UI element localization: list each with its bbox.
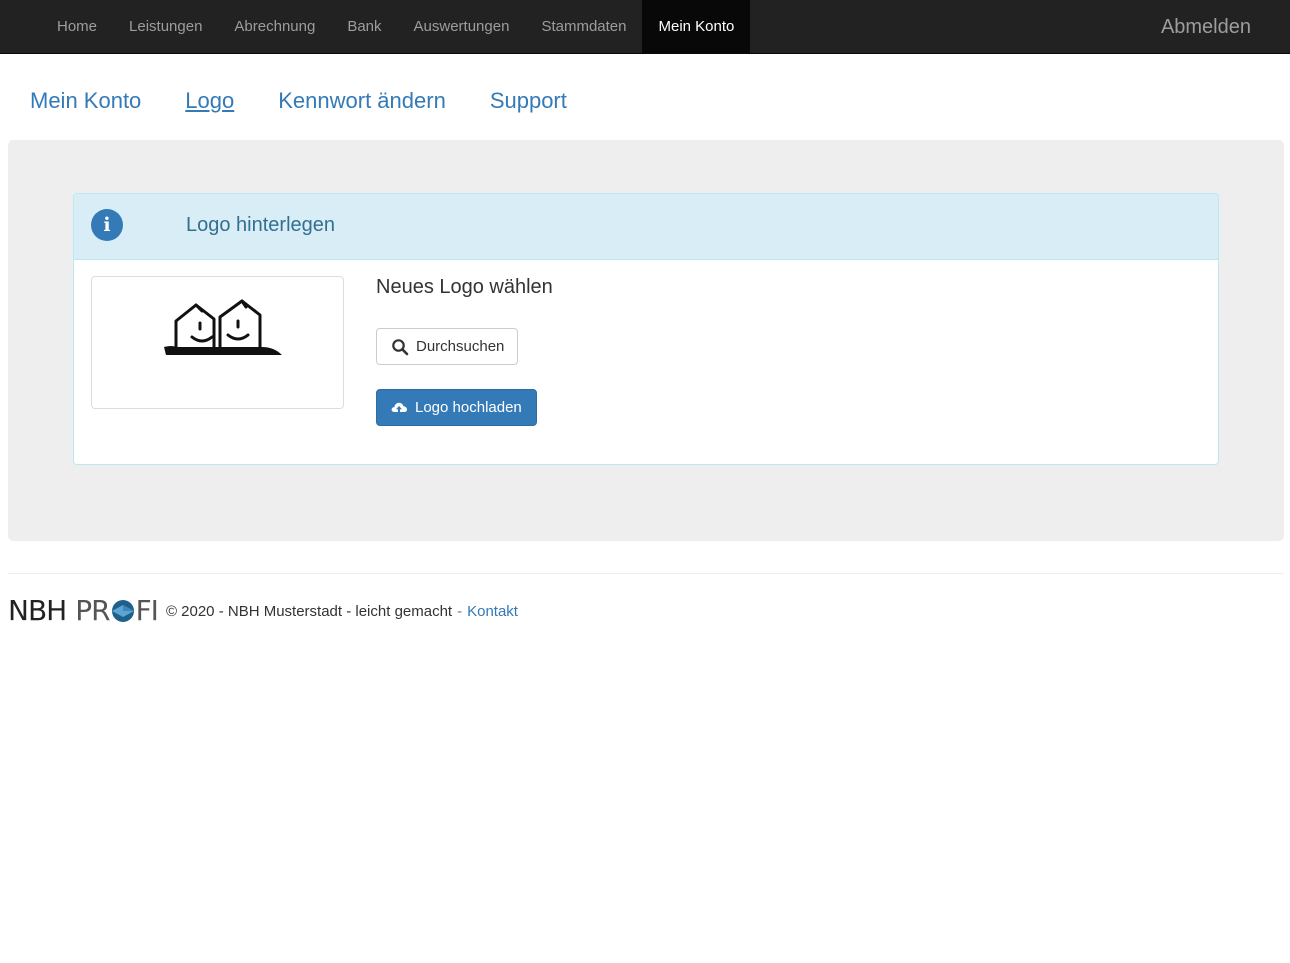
browse-button-label: Durchsuchen: [416, 338, 505, 355]
info-icon: i: [91, 209, 123, 241]
brand-o-icon: [111, 600, 134, 622]
account-subnav: Mein Konto Logo Kennwort ändern Support: [30, 88, 611, 114]
top-navbar: Home Leistungen Abrechnung Bank Auswertu…: [0, 0, 1290, 54]
current-logo-image: [164, 299, 282, 355]
browse-button[interactable]: Durchsuchen: [376, 328, 518, 365]
subnav-item-kennwort-aendern[interactable]: Kennwort ändern: [278, 88, 446, 114]
panel-title: Logo hinterlegen: [186, 214, 336, 236]
choose-logo-heading: Neues Logo wählen: [376, 276, 553, 298]
subnav-item-mein-konto[interactable]: Mein Konto: [30, 88, 141, 114]
nbh-profi-logo: NBH PR FI: [8, 594, 159, 627]
upload-logo-button[interactable]: Logo hochladen: [376, 389, 537, 426]
nav-item-abrechnung[interactable]: Abrechnung: [218, 0, 331, 54]
nav-item-leistungen[interactable]: Leistungen: [113, 0, 218, 54]
footer-separator: -: [457, 602, 463, 620]
logo-panel: i Logo hinterlegen Neues Logo wählen Dur…: [73, 193, 1219, 465]
logo-preview: [91, 276, 344, 409]
panel-heading: i Logo hinterlegen: [74, 194, 1218, 260]
brand-profi: PR FI: [75, 594, 159, 627]
brand-nbh: NBH: [8, 594, 67, 627]
logout-link[interactable]: Abmelden: [1161, 0, 1251, 54]
search-icon: [392, 338, 409, 355]
subnav-item-logo[interactable]: Logo: [185, 88, 234, 114]
cloud-upload-icon: [391, 402, 407, 414]
nav-item-bank[interactable]: Bank: [331, 0, 397, 54]
brand-profi-part-1: PR: [75, 594, 110, 627]
footer-copyright: © 2020 - NBH Musterstadt - leicht gemach…: [165, 602, 453, 620]
nav-item-home[interactable]: Home: [41, 0, 113, 54]
footer: NBH PR FI © 2020 - NBH Musterstadt - lei…: [8, 596, 518, 626]
contact-link[interactable]: Kontakt: [467, 603, 518, 620]
brand-profi-part-2: FI: [135, 594, 159, 627]
upload-logo-button-label: Logo hochladen: [415, 399, 522, 416]
nav-item-mein-konto[interactable]: Mein Konto: [642, 0, 751, 54]
nav-item-stammdaten[interactable]: Stammdaten: [525, 0, 642, 54]
subnav-item-support[interactable]: Support: [490, 88, 567, 114]
footer-divider: [8, 573, 1284, 574]
main-nav: Home Leistungen Abrechnung Bank Auswertu…: [41, 0, 751, 54]
nav-item-auswertungen[interactable]: Auswertungen: [398, 0, 526, 54]
